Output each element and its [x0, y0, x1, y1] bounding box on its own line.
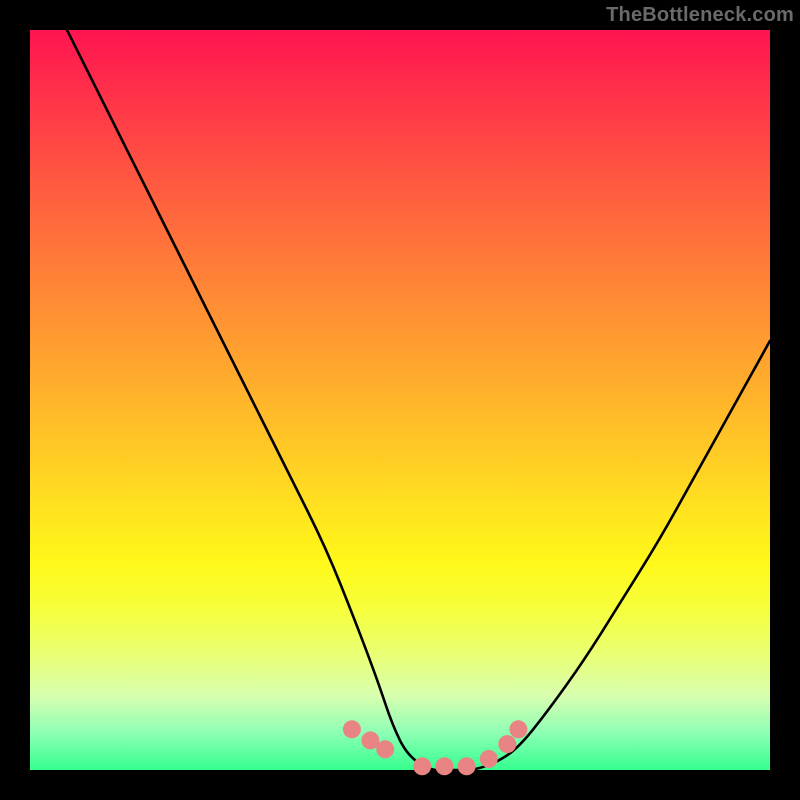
trough-dot [413, 757, 431, 775]
trough-dot [480, 750, 498, 768]
trough-dot [435, 757, 453, 775]
chart-svg [30, 30, 770, 770]
trough-dot [458, 757, 476, 775]
chart-frame: TheBottleneck.com [0, 0, 800, 800]
trough-dot [376, 740, 394, 758]
trough-dot [509, 720, 527, 738]
bottleneck-curve [67, 30, 770, 770]
plot-area [30, 30, 770, 770]
trough-dot [343, 720, 361, 738]
trough-dots [343, 720, 528, 775]
site-watermark: TheBottleneck.com [606, 4, 794, 27]
trough-dot [498, 735, 516, 753]
